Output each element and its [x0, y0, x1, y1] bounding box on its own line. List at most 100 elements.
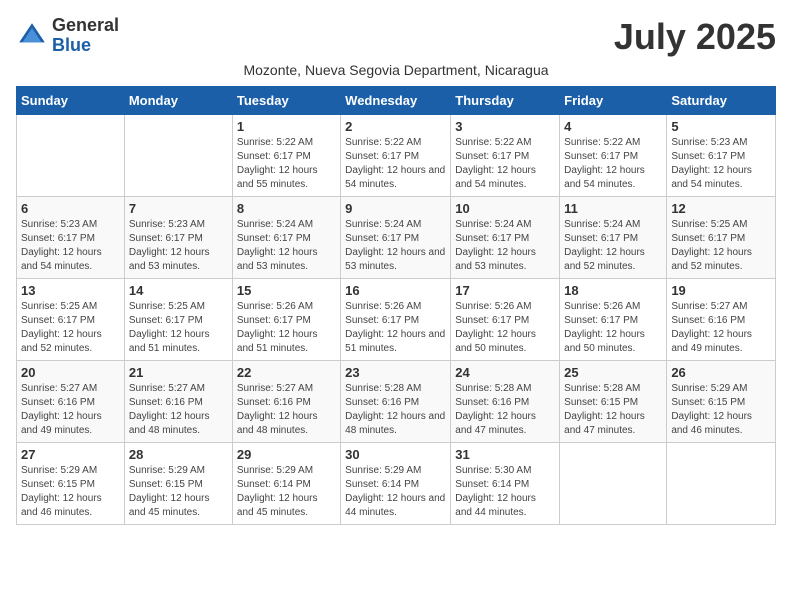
- day-number: 4: [564, 119, 662, 134]
- weekday-header: Tuesday: [232, 87, 340, 115]
- calendar-cell: 3 Sunrise: 5:22 AM Sunset: 6:17 PM Daylig…: [451, 115, 560, 197]
- day-info: Sunrise: 5:28 AM Sunset: 6:15 PM Dayligh…: [564, 382, 662, 438]
- day-info: Sunrise: 5:23 AM Sunset: 6:17 PM Dayligh…: [21, 218, 120, 274]
- day-info: Sunrise: 5:24 AM Sunset: 6:17 PM Dayligh…: [564, 218, 662, 274]
- calendar-cell: 14 Sunrise: 5:25 AM Sunset: 6:17 PM Dayli…: [124, 279, 232, 361]
- day-number: 11: [564, 201, 662, 216]
- calendar-week-row: 1 Sunrise: 5:22 AM Sunset: 6:17 PM Daylig…: [17, 115, 776, 197]
- calendar-week-row: 20Sunrise: 5:27 AM Sunset: 6:16 PM Dayli…: [17, 361, 776, 443]
- day-info: Sunrise: 5:30 AM Sunset: 6:14 PM Dayligh…: [455, 464, 555, 520]
- calendar-cell: 23Sunrise: 5:28 AM Sunset: 6:16 PM Dayli…: [341, 361, 451, 443]
- calendar-week-row: 13 Sunrise: 5:25 AM Sunset: 6:17 PM Dayli…: [17, 279, 776, 361]
- weekday-header: Thursday: [451, 87, 560, 115]
- day-number: 31: [455, 447, 555, 462]
- calendar-week-row: 6 Sunrise: 5:23 AM Sunset: 6:17 PM Daylig…: [17, 197, 776, 279]
- calendar-cell: 13 Sunrise: 5:25 AM Sunset: 6:17 PM Dayli…: [17, 279, 125, 361]
- day-number: 12: [671, 201, 771, 216]
- day-info: Sunrise: 5:22 AM Sunset: 6:17 PM Dayligh…: [345, 136, 446, 192]
- day-number: 13: [21, 283, 120, 298]
- calendar-table: SundayMondayTuesdayWednesdayThursdayFrid…: [16, 86, 776, 525]
- day-number: 2: [345, 119, 446, 134]
- day-number: 28: [129, 447, 228, 462]
- calendar-cell: 2 Sunrise: 5:22 AM Sunset: 6:17 PM Daylig…: [341, 115, 451, 197]
- day-number: 14: [129, 283, 228, 298]
- weekday-header-row: SundayMondayTuesdayWednesdayThursdayFrid…: [17, 87, 776, 115]
- day-number: 8: [237, 201, 336, 216]
- weekday-header: Sunday: [17, 87, 125, 115]
- day-number: 1: [237, 119, 336, 134]
- day-info: Sunrise: 5:25 AM Sunset: 6:17 PM Dayligh…: [129, 300, 228, 356]
- day-number: 5: [671, 119, 771, 134]
- day-info: Sunrise: 5:23 AM Sunset: 6:17 PM Dayligh…: [129, 218, 228, 274]
- day-info: Sunrise: 5:26 AM Sunset: 6:17 PM Dayligh…: [237, 300, 336, 356]
- calendar-cell: 6 Sunrise: 5:23 AM Sunset: 6:17 PM Daylig…: [17, 197, 125, 279]
- weekday-header: Friday: [560, 87, 667, 115]
- calendar-cell: 29 Sunrise: 5:29 AM Sunset: 6:14 PM Dayli…: [232, 443, 340, 525]
- month-year-title: July 2025: [614, 16, 776, 58]
- title-block: July 2025: [614, 16, 776, 58]
- day-number: 24: [455, 365, 555, 380]
- calendar-cell: 26 Sunrise: 5:29 AM Sunset: 6:15 PM Dayli…: [667, 361, 776, 443]
- day-number: 3: [455, 119, 555, 134]
- day-info: Sunrise: 5:29 AM Sunset: 6:15 PM Dayligh…: [21, 464, 120, 520]
- day-info: Sunrise: 5:28 AM Sunset: 6:16 PM Dayligh…: [345, 382, 446, 438]
- day-number: 17: [455, 283, 555, 298]
- day-info: Sunrise: 5:26 AM Sunset: 6:17 PM Dayligh…: [345, 300, 446, 356]
- calendar-cell: 5Sunrise: 5:23 AM Sunset: 6:17 PM Daylig…: [667, 115, 776, 197]
- day-info: Sunrise: 5:25 AM Sunset: 6:17 PM Dayligh…: [21, 300, 120, 356]
- calendar-cell: 17 Sunrise: 5:26 AM Sunset: 6:17 PM Dayli…: [451, 279, 560, 361]
- day-info: Sunrise: 5:25 AM Sunset: 6:17 PM Dayligh…: [671, 218, 771, 274]
- day-info: Sunrise: 5:27 AM Sunset: 6:16 PM Dayligh…: [671, 300, 771, 356]
- day-number: 27: [21, 447, 120, 462]
- day-number: 9: [345, 201, 446, 216]
- calendar-cell: [124, 115, 232, 197]
- day-info: Sunrise: 5:29 AM Sunset: 6:14 PM Dayligh…: [237, 464, 336, 520]
- day-info: Sunrise: 5:28 AM Sunset: 6:16 PM Dayligh…: [455, 382, 555, 438]
- calendar-cell: 16Sunrise: 5:26 AM Sunset: 6:17 PM Dayli…: [341, 279, 451, 361]
- day-number: 15: [237, 283, 336, 298]
- calendar-cell: 9 Sunrise: 5:24 AM Sunset: 6:17 PM Daylig…: [341, 197, 451, 279]
- day-number: 26: [671, 365, 771, 380]
- calendar-cell: 19Sunrise: 5:27 AM Sunset: 6:16 PM Dayli…: [667, 279, 776, 361]
- calendar-cell: [560, 443, 667, 525]
- logo: General Blue: [16, 16, 119, 56]
- day-info: Sunrise: 5:26 AM Sunset: 6:17 PM Dayligh…: [455, 300, 555, 356]
- day-info: Sunrise: 5:22 AM Sunset: 6:17 PM Dayligh…: [455, 136, 555, 192]
- day-number: 30: [345, 447, 446, 462]
- weekday-header: Monday: [124, 87, 232, 115]
- calendar-cell: 25 Sunrise: 5:28 AM Sunset: 6:15 PM Dayli…: [560, 361, 667, 443]
- day-info: Sunrise: 5:29 AM Sunset: 6:15 PM Dayligh…: [671, 382, 771, 438]
- calendar-cell: [667, 443, 776, 525]
- page-header: General Blue July 2025: [16, 16, 776, 58]
- day-number: 29: [237, 447, 336, 462]
- day-info: Sunrise: 5:24 AM Sunset: 6:17 PM Dayligh…: [455, 218, 555, 274]
- day-info: Sunrise: 5:27 AM Sunset: 6:16 PM Dayligh…: [129, 382, 228, 438]
- calendar-week-row: 27 Sunrise: 5:29 AM Sunset: 6:15 PM Dayli…: [17, 443, 776, 525]
- day-number: 18: [564, 283, 662, 298]
- calendar-cell: 20Sunrise: 5:27 AM Sunset: 6:16 PM Dayli…: [17, 361, 125, 443]
- day-info: Sunrise: 5:27 AM Sunset: 6:16 PM Dayligh…: [237, 382, 336, 438]
- day-info: Sunrise: 5:29 AM Sunset: 6:14 PM Dayligh…: [345, 464, 446, 520]
- logo-icon: [16, 20, 48, 52]
- calendar-cell: 30 Sunrise: 5:29 AM Sunset: 6:14 PM Dayli…: [341, 443, 451, 525]
- day-info: Sunrise: 5:22 AM Sunset: 6:17 PM Dayligh…: [564, 136, 662, 192]
- weekday-header: Saturday: [667, 87, 776, 115]
- day-number: 6: [21, 201, 120, 216]
- day-number: 22: [237, 365, 336, 380]
- day-info: Sunrise: 5:29 AM Sunset: 6:15 PM Dayligh…: [129, 464, 228, 520]
- calendar-cell: [17, 115, 125, 197]
- calendar-cell: 4 Sunrise: 5:22 AM Sunset: 6:17 PM Daylig…: [560, 115, 667, 197]
- day-info: Sunrise: 5:27 AM Sunset: 6:16 PM Dayligh…: [21, 382, 120, 438]
- calendar-cell: 31 Sunrise: 5:30 AM Sunset: 6:14 PM Dayli…: [451, 443, 560, 525]
- day-info: Sunrise: 5:26 AM Sunset: 6:17 PM Dayligh…: [564, 300, 662, 356]
- calendar-cell: 1Sunrise: 5:22 AM Sunset: 6:17 PM Daylig…: [232, 115, 340, 197]
- logo-general-text: General: [52, 16, 119, 36]
- weekday-header: Wednesday: [341, 87, 451, 115]
- calendar-cell: 10Sunrise: 5:24 AM Sunset: 6:17 PM Dayli…: [451, 197, 560, 279]
- day-number: 21: [129, 365, 228, 380]
- day-number: 25: [564, 365, 662, 380]
- day-info: Sunrise: 5:24 AM Sunset: 6:17 PM Dayligh…: [237, 218, 336, 274]
- day-info: Sunrise: 5:24 AM Sunset: 6:17 PM Dayligh…: [345, 218, 446, 274]
- calendar-cell: 11 Sunrise: 5:24 AM Sunset: 6:17 PM Dayli…: [560, 197, 667, 279]
- calendar-cell: 21 Sunrise: 5:27 AM Sunset: 6:16 PM Dayli…: [124, 361, 232, 443]
